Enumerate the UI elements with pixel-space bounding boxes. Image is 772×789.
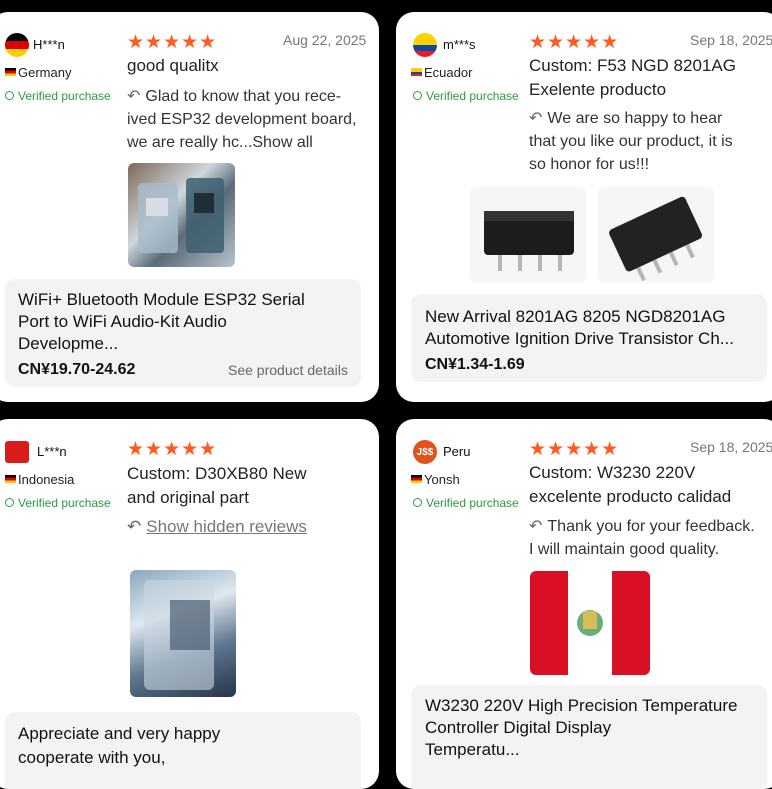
verified-label: Verified purchase <box>426 496 519 510</box>
check-circle-icon <box>413 498 422 507</box>
reply-icon: ↶ <box>529 518 543 535</box>
avatar: J$$ <box>413 440 437 464</box>
review-date: Aug 22, 2025 <box>283 32 367 48</box>
seller-reply: ↶ Glad to know that you rece- ived ESP32 … <box>127 85 356 154</box>
verified-label: Verified purchase <box>426 89 519 103</box>
verified-label: Verified purchase <box>18 89 111 103</box>
reply-icon: ↶ <box>529 110 543 127</box>
package-photo-icon <box>144 580 214 690</box>
product-summary[interactable]: WiFi+ Bluetooth Module ESP32 Serial Port… <box>5 279 361 387</box>
esp32-board-photo-icon <box>138 178 224 253</box>
reviewer-country: Indonesia <box>18 472 75 487</box>
review-photo[interactable] <box>530 571 650 675</box>
show-all-link[interactable]: we are really hc...Show all <box>127 131 356 154</box>
review-date: Sep 18, 2025 <box>690 439 772 455</box>
peru-flag-photo-icon <box>530 571 650 675</box>
star-rating: ★★★★★ <box>127 439 218 460</box>
review-text: Custom: D30XB80 New and original part <box>127 464 307 507</box>
reviewer-name: H***n <box>33 37 65 52</box>
review-text-box: Appreciate and very happy cooperate with… <box>5 712 361 789</box>
germany-flag-icon <box>5 68 16 76</box>
reviewer-name: Peru <box>443 444 471 459</box>
review-text: good qualitx <box>127 56 219 75</box>
germany-flag-icon <box>5 33 29 57</box>
see-product-details-link[interactable]: See product details <box>228 362 348 378</box>
product-price: CN¥1.34-1.69 <box>425 356 525 373</box>
verified-badge: Verified purchase <box>5 496 111 510</box>
relay-chip-photo-icon <box>484 211 574 271</box>
product-summary[interactable]: W3230 220V High Precision Temperature Co… <box>411 685 767 789</box>
verified-badge: Verified purchase <box>5 89 111 103</box>
verified-badge: Verified purchase <box>413 496 519 510</box>
review-card[interactable]: m***s Ecuador Verified purchase ★★★★★ Se… <box>396 12 772 402</box>
product-price: CN¥19.70-24.62 <box>18 361 136 378</box>
review-text: Custom: F53 NGD 8201AG Exelente producto <box>529 56 736 99</box>
review-card[interactable]: H***n Germany Verified purchase ★★★★★ Au… <box>0 12 379 402</box>
review-card[interactable]: L***n Indonesia Verified purchase ★★★★★ … <box>0 419 379 789</box>
reviewer-name: L***n <box>37 444 67 459</box>
check-circle-icon <box>413 91 422 100</box>
relay-chip-photo-icon <box>609 196 703 282</box>
product-summary[interactable]: New Arrival 8201AG 8205 NGD8201AG Automo… <box>411 294 767 382</box>
product-title: WiFi+ Bluetooth Module ESP32 Serial Port… <box>18 290 305 353</box>
reviewer-name: m***s <box>443 37 476 52</box>
check-circle-icon <box>5 498 14 507</box>
reviewer-country: Yonsh <box>424 472 460 487</box>
review-photo[interactable] <box>130 570 236 697</box>
ecuador-flag-icon <box>413 33 437 57</box>
review-photo[interactable] <box>128 163 235 267</box>
reply-icon: ↶ <box>127 88 141 105</box>
ecuador-flag-icon <box>411 68 422 76</box>
review-photo[interactable] <box>598 187 714 283</box>
reviewer-country: Ecuador <box>424 65 473 80</box>
indonesia-flag-icon <box>5 441 29 463</box>
verified-badge: Verified purchase <box>413 89 519 103</box>
review-comment: Appreciate and very happy cooperate with… <box>18 724 221 767</box>
seller-reply: ↶ Thank you for your feedback. I will mai… <box>529 518 755 558</box>
review-photo[interactable] <box>470 187 586 283</box>
star-rating: ★★★★★ <box>127 32 218 53</box>
star-rating: ★★★★★ <box>529 32 620 53</box>
review-card[interactable]: J$$ Peru Yonsh Verified purchase ★★★★★ S… <box>396 419 772 789</box>
review-text: Custom: W3230 220V excelente producto ca… <box>529 463 732 506</box>
flag-icon <box>5 475 16 483</box>
check-circle-icon <box>5 91 14 100</box>
star-rating: ★★★★★ <box>529 439 620 460</box>
seller-reply: ↶ We are so happy to hear that you like o… <box>529 110 733 173</box>
flag-icon <box>411 475 422 483</box>
verified-label: Verified purchase <box>18 496 111 510</box>
show-hidden-reviews-link[interactable]: ↶ Show hidden reviews <box>127 517 307 537</box>
product-title: W3230 220V High Precision Temperature Co… <box>425 696 738 759</box>
reply-icon: ↶ <box>127 517 142 536</box>
review-date: Sep 18, 2025 <box>690 32 772 48</box>
product-title: New Arrival 8201AG 8205 NGD8201AG Automo… <box>425 307 734 348</box>
reviewer-country: Germany <box>18 65 72 80</box>
